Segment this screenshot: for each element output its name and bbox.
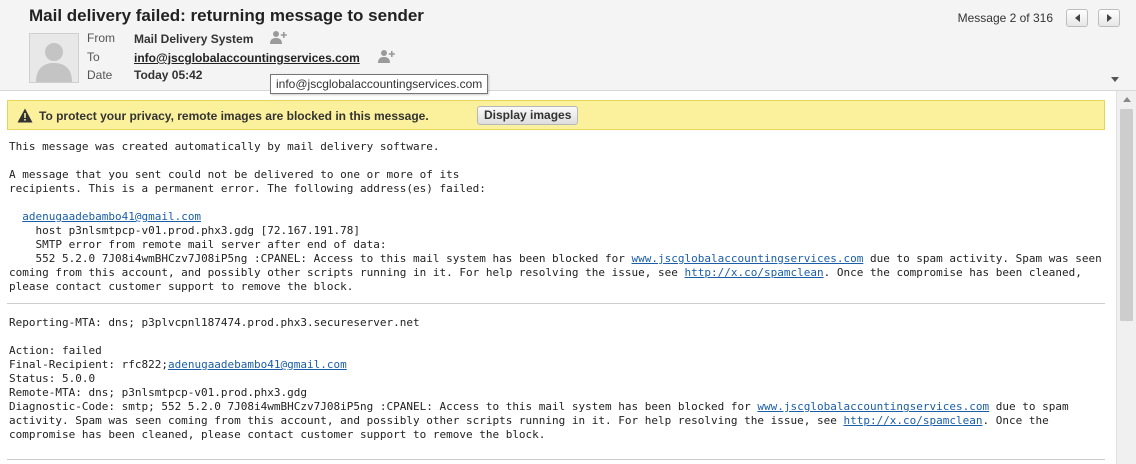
from-label: From [87,31,115,45]
report-line: . Once the [982,414,1049,427]
error-text: please contact customer support to remov… [9,280,354,293]
privacy-warning-text: To protect your privacy, remote images a… [39,109,429,123]
error-text: . Once the compromise has been cleaned, [823,266,1082,279]
recipient-address[interactable]: info@jscglobalaccountingservices.com [134,51,360,65]
address-tooltip: info@jscglobalaccountingservices.com [270,74,489,94]
avatar-placeholder-icon [36,43,72,82]
report-line: Diagnostic-Code: smtp; 552 5.2.0 7J08i4w… [9,400,758,413]
smtp-error-line: SMTP error from remote mail server after… [35,238,387,251]
domain-link[interactable]: www.jscglobalaccountingservices.com [632,252,864,265]
expand-headers-icon[interactable] [1111,77,1119,82]
to-label: To [87,50,100,64]
vertical-scrollbar[interactable] [1116,91,1136,464]
error-text: 552 5.2.0 7J08i4wmBHCzv7J08iP5ng :CPANEL… [35,252,632,265]
report-line: due to spam [989,400,1069,413]
report-line: Remote-MTA: dns; p3nlsmtpcp-v01.prod.phx… [9,386,308,399]
next-message-button[interactable] [1098,9,1120,27]
report-line: activity. Spam was seen coming from this… [9,414,844,427]
warning-icon [17,108,33,123]
error-text: coming from this account, and possibly o… [9,266,685,279]
report-line: Action: failed [9,344,102,357]
failed-recipient-link[interactable]: adenugaadebambo41@gmail.com [22,210,201,223]
scrollbar-thumb[interactable] [1120,109,1133,321]
divider [7,303,1105,304]
sender-avatar [29,33,79,83]
host-line: host p3nlsmtpcp-v01.prod.phx3.gdg [72.16… [35,224,361,237]
add-contact-icon[interactable] [270,30,288,44]
message-date: Today 05:42 [134,68,203,82]
message-subject: Mail delivery failed: returning message … [29,6,424,25]
scroll-up-arrow-icon[interactable] [1123,97,1131,102]
message-header: Mail delivery failed: returning message … [0,0,1136,91]
report-line: Status: 5.0.0 [9,372,96,385]
final-recipient-link[interactable]: adenugaadebambo41@gmail.com [168,358,347,371]
add-contact-icon[interactable] [378,49,396,63]
arrow-right-icon [1106,14,1112,22]
body-line: A message that you sent could not be del… [9,168,460,181]
body-line: recipients. This is a permanent error. T… [9,182,486,195]
divider [7,459,1105,460]
previous-message-button[interactable] [1066,9,1088,27]
message-counter: Message 2 of 316 [957,11,1053,25]
sender-name[interactable]: Mail Delivery System [134,32,253,46]
delivery-report: Reporting-MTA: dns; p3plvcpnl187474.prod… [9,316,1069,442]
report-line: Reporting-MTA: dns; p3plvcpnl187474.prod… [9,316,420,329]
report-line: compromise has been cleaned, please cont… [9,428,546,441]
spamclean-link[interactable]: http://x.co/spamclean [685,266,824,279]
error-text: due to spam activity. Spam was seen [863,252,1102,265]
privacy-warning-bar: To protect your privacy, remote images a… [7,100,1105,130]
report-line: Final-Recipient: rfc822; [9,358,168,371]
body-line: This message was created automatically b… [9,140,440,153]
display-images-button[interactable]: Display images [477,106,579,125]
arrow-left-icon [1074,14,1080,22]
date-label: Date [87,68,113,82]
message-body: This message was created automatically b… [9,140,1102,294]
spamclean-link[interactable]: http://x.co/spamclean [843,414,982,427]
domain-link[interactable]: www.jscglobalaccountingservices.com [757,400,989,413]
